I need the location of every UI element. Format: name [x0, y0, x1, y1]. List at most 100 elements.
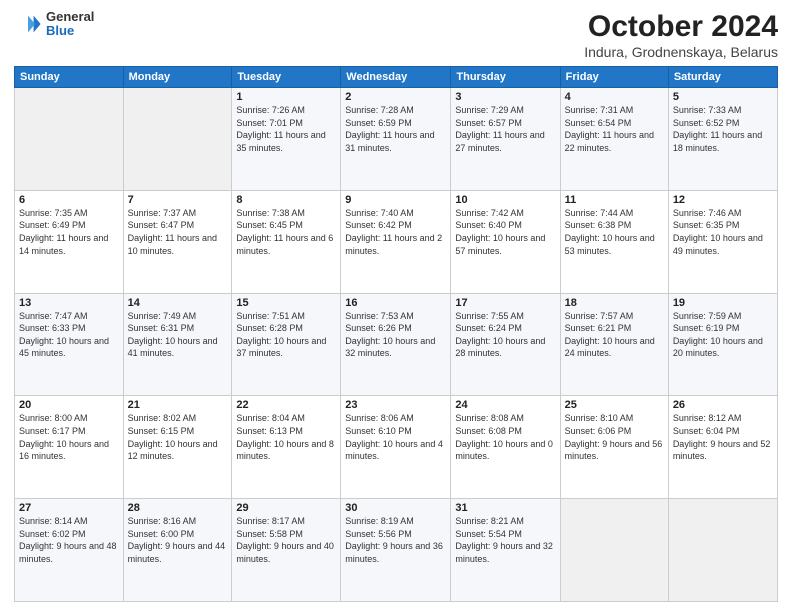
day-number: 28 [128, 502, 228, 514]
day-info: Sunrise: 8:08 AM Sunset: 6:08 PM Dayligh… [455, 412, 555, 462]
calendar-cell: 20Sunrise: 8:00 AM Sunset: 6:17 PM Dayli… [15, 396, 124, 499]
calendar-cell [123, 88, 232, 191]
header-row: SundayMondayTuesdayWednesdayThursdayFrid… [15, 67, 778, 88]
day-header-wednesday: Wednesday [341, 67, 451, 88]
calendar-cell: 13Sunrise: 7:47 AM Sunset: 6:33 PM Dayli… [15, 293, 124, 396]
day-number: 23 [345, 399, 446, 411]
day-number: 5 [673, 91, 773, 103]
day-info: Sunrise: 7:53 AM Sunset: 6:26 PM Dayligh… [345, 310, 446, 360]
day-info: Sunrise: 7:38 AM Sunset: 6:45 PM Dayligh… [236, 207, 336, 257]
day-number: 16 [345, 297, 446, 309]
day-info: Sunrise: 7:29 AM Sunset: 6:57 PM Dayligh… [455, 104, 555, 154]
week-row-1: 6Sunrise: 7:35 AM Sunset: 6:49 PM Daylig… [15, 190, 778, 293]
logo-text: General Blue [46, 10, 94, 39]
day-number: 20 [19, 399, 119, 411]
calendar-cell: 10Sunrise: 7:42 AM Sunset: 6:40 PM Dayli… [451, 190, 560, 293]
day-header-sunday: Sunday [15, 67, 124, 88]
header: General Blue October 2024 Indura, Grodne… [14, 10, 778, 60]
calendar-cell: 3Sunrise: 7:29 AM Sunset: 6:57 PM Daylig… [451, 88, 560, 191]
page: General Blue October 2024 Indura, Grodne… [0, 0, 792, 612]
calendar-cell: 17Sunrise: 7:55 AM Sunset: 6:24 PM Dayli… [451, 293, 560, 396]
calendar-cell: 26Sunrise: 8:12 AM Sunset: 6:04 PM Dayli… [668, 396, 777, 499]
day-info: Sunrise: 7:46 AM Sunset: 6:35 PM Dayligh… [673, 207, 773, 257]
calendar-cell: 9Sunrise: 7:40 AM Sunset: 6:42 PM Daylig… [341, 190, 451, 293]
day-number: 21 [128, 399, 228, 411]
day-header-saturday: Saturday [668, 67, 777, 88]
day-info: Sunrise: 7:59 AM Sunset: 6:19 PM Dayligh… [673, 310, 773, 360]
day-info: Sunrise: 7:35 AM Sunset: 6:49 PM Dayligh… [19, 207, 119, 257]
week-row-3: 20Sunrise: 8:00 AM Sunset: 6:17 PM Dayli… [15, 396, 778, 499]
day-number: 22 [236, 399, 336, 411]
calendar-cell: 27Sunrise: 8:14 AM Sunset: 6:02 PM Dayli… [15, 499, 124, 602]
day-info: Sunrise: 7:31 AM Sunset: 6:54 PM Dayligh… [565, 104, 664, 154]
day-info: Sunrise: 7:26 AM Sunset: 7:01 PM Dayligh… [236, 104, 336, 154]
day-header-thursday: Thursday [451, 67, 560, 88]
day-number: 8 [236, 194, 336, 206]
calendar-cell: 19Sunrise: 7:59 AM Sunset: 6:19 PM Dayli… [668, 293, 777, 396]
day-number: 9 [345, 194, 446, 206]
day-number: 4 [565, 91, 664, 103]
calendar-table: SundayMondayTuesdayWednesdayThursdayFrid… [14, 66, 778, 602]
calendar-cell: 4Sunrise: 7:31 AM Sunset: 6:54 PM Daylig… [560, 88, 668, 191]
day-info: Sunrise: 7:33 AM Sunset: 6:52 PM Dayligh… [673, 104, 773, 154]
day-info: Sunrise: 7:47 AM Sunset: 6:33 PM Dayligh… [19, 310, 119, 360]
day-info: Sunrise: 7:51 AM Sunset: 6:28 PM Dayligh… [236, 310, 336, 360]
day-info: Sunrise: 8:19 AM Sunset: 5:56 PM Dayligh… [345, 515, 446, 565]
calendar-cell: 22Sunrise: 8:04 AM Sunset: 6:13 PM Dayli… [232, 396, 341, 499]
calendar-cell: 15Sunrise: 7:51 AM Sunset: 6:28 PM Dayli… [232, 293, 341, 396]
day-info: Sunrise: 8:10 AM Sunset: 6:06 PM Dayligh… [565, 412, 664, 462]
logo: General Blue [14, 10, 94, 39]
week-row-4: 27Sunrise: 8:14 AM Sunset: 6:02 PM Dayli… [15, 499, 778, 602]
day-number: 1 [236, 91, 336, 103]
day-info: Sunrise: 7:40 AM Sunset: 6:42 PM Dayligh… [345, 207, 446, 257]
day-number: 19 [673, 297, 773, 309]
day-info: Sunrise: 7:44 AM Sunset: 6:38 PM Dayligh… [565, 207, 664, 257]
day-number: 2 [345, 91, 446, 103]
calendar-cell: 5Sunrise: 7:33 AM Sunset: 6:52 PM Daylig… [668, 88, 777, 191]
day-info: Sunrise: 8:17 AM Sunset: 5:58 PM Dayligh… [236, 515, 336, 565]
day-number: 18 [565, 297, 664, 309]
calendar-cell: 16Sunrise: 7:53 AM Sunset: 6:26 PM Dayli… [341, 293, 451, 396]
day-number: 24 [455, 399, 555, 411]
page-title: October 2024 [584, 10, 778, 44]
calendar-cell: 1Sunrise: 7:26 AM Sunset: 7:01 PM Daylig… [232, 88, 341, 191]
calendar-cell: 8Sunrise: 7:38 AM Sunset: 6:45 PM Daylig… [232, 190, 341, 293]
day-number: 14 [128, 297, 228, 309]
day-number: 26 [673, 399, 773, 411]
day-number: 25 [565, 399, 664, 411]
day-header-friday: Friday [560, 67, 668, 88]
calendar-cell: 12Sunrise: 7:46 AM Sunset: 6:35 PM Dayli… [668, 190, 777, 293]
calendar-cell: 31Sunrise: 8:21 AM Sunset: 5:54 PM Dayli… [451, 499, 560, 602]
calendar-cell: 29Sunrise: 8:17 AM Sunset: 5:58 PM Dayli… [232, 499, 341, 602]
day-info: Sunrise: 7:55 AM Sunset: 6:24 PM Dayligh… [455, 310, 555, 360]
day-number: 12 [673, 194, 773, 206]
calendar-cell: 23Sunrise: 8:06 AM Sunset: 6:10 PM Dayli… [341, 396, 451, 499]
title-block: October 2024 Indura, Grodnenskaya, Belar… [584, 10, 778, 60]
calendar-cell: 21Sunrise: 8:02 AM Sunset: 6:15 PM Dayli… [123, 396, 232, 499]
day-info: Sunrise: 7:28 AM Sunset: 6:59 PM Dayligh… [345, 104, 446, 154]
calendar-header: SundayMondayTuesdayWednesdayThursdayFrid… [15, 67, 778, 88]
calendar-cell [560, 499, 668, 602]
calendar-cell: 24Sunrise: 8:08 AM Sunset: 6:08 PM Dayli… [451, 396, 560, 499]
calendar-cell [15, 88, 124, 191]
logo-blue: Blue [46, 24, 94, 38]
day-info: Sunrise: 8:14 AM Sunset: 6:02 PM Dayligh… [19, 515, 119, 565]
calendar-cell: 14Sunrise: 7:49 AM Sunset: 6:31 PM Dayli… [123, 293, 232, 396]
day-info: Sunrise: 8:16 AM Sunset: 6:00 PM Dayligh… [128, 515, 228, 565]
day-number: 11 [565, 194, 664, 206]
day-number: 17 [455, 297, 555, 309]
calendar-cell: 28Sunrise: 8:16 AM Sunset: 6:00 PM Dayli… [123, 499, 232, 602]
calendar-cell: 25Sunrise: 8:10 AM Sunset: 6:06 PM Dayli… [560, 396, 668, 499]
day-number: 29 [236, 502, 336, 514]
calendar-cell [668, 499, 777, 602]
calendar-cell: 11Sunrise: 7:44 AM Sunset: 6:38 PM Dayli… [560, 190, 668, 293]
day-number: 30 [345, 502, 446, 514]
calendar-body: 1Sunrise: 7:26 AM Sunset: 7:01 PM Daylig… [15, 88, 778, 602]
day-info: Sunrise: 8:02 AM Sunset: 6:15 PM Dayligh… [128, 412, 228, 462]
day-info: Sunrise: 8:00 AM Sunset: 6:17 PM Dayligh… [19, 412, 119, 462]
calendar-cell: 30Sunrise: 8:19 AM Sunset: 5:56 PM Dayli… [341, 499, 451, 602]
week-row-0: 1Sunrise: 7:26 AM Sunset: 7:01 PM Daylig… [15, 88, 778, 191]
day-number: 13 [19, 297, 119, 309]
page-subtitle: Indura, Grodnenskaya, Belarus [584, 44, 778, 60]
calendar-cell: 18Sunrise: 7:57 AM Sunset: 6:21 PM Dayli… [560, 293, 668, 396]
